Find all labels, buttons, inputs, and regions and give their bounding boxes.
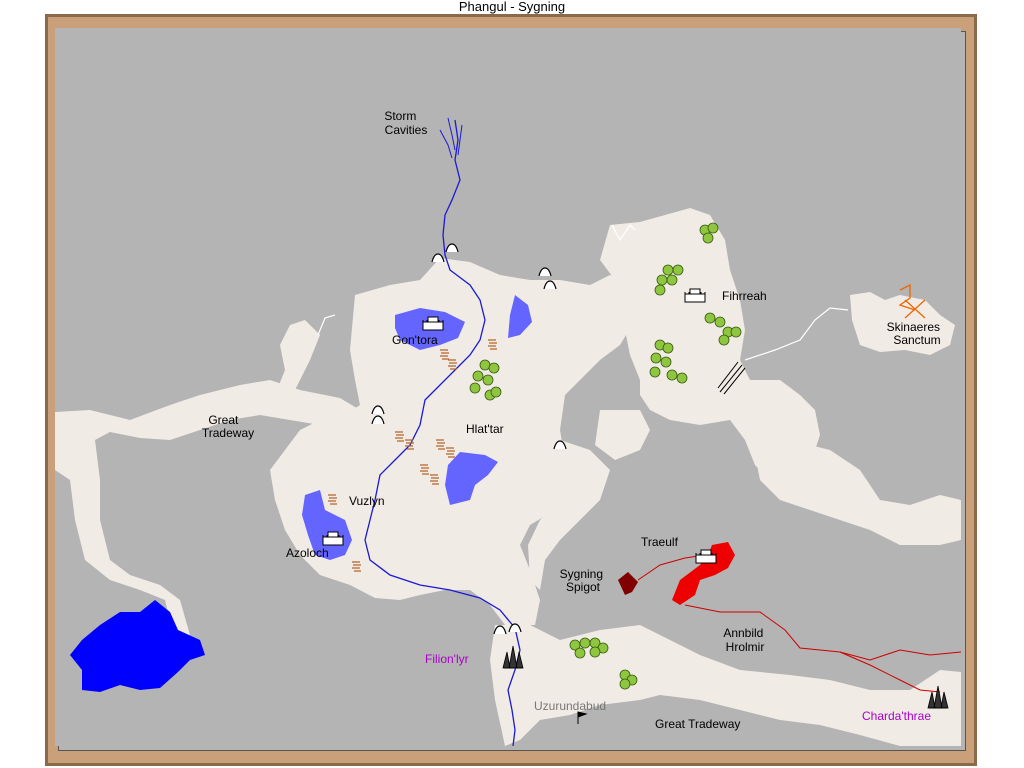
label-traeulf: Traeulf <box>641 535 679 549</box>
label-uzurundabud: Uzurundabud <box>534 699 606 713</box>
map-title: Phangul - Sygning <box>458 0 566 14</box>
map-canvas: Storm Cavities Great Tradeway Gon'tora H… <box>55 28 961 746</box>
label-skinaeres-sanctum: Skinaeres Sanctum <box>887 320 944 347</box>
label-filionlyr: Filion'lyr <box>425 652 469 666</box>
label-azoloch: Azoloch <box>286 546 329 560</box>
label-chardathrae: Charda'thrae <box>862 709 931 723</box>
label-gontora: Gon'tora <box>392 333 438 347</box>
label-vuzlyn: Vuzlyn <box>349 494 385 508</box>
label-fihrreah: Fihrreah <box>722 289 767 303</box>
label-sygning-spigot: Sygning Spigot <box>560 567 607 594</box>
label-hlattar: Hlat'tar <box>466 422 504 436</box>
label-annbild-hrolmir: Annbild Hrolmir <box>723 626 766 654</box>
label-great-tradeway-south: Great Tradeway <box>655 717 740 731</box>
